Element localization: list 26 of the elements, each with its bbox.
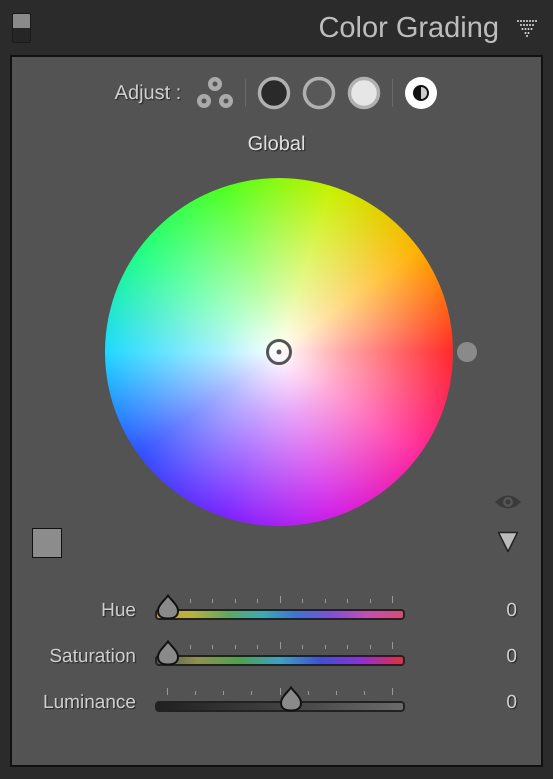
wheel-title: Global (248, 133, 306, 156)
midtones-mode-button[interactable] (302, 76, 336, 110)
hue-slider[interactable] (155, 595, 405, 622)
disclosure-triangle-icon[interactable] (497, 531, 519, 553)
slider-value: 0 (506, 600, 517, 622)
wheel-target-icon[interactable] (265, 338, 293, 366)
global-mode-button[interactable] (404, 76, 438, 110)
slider-thumb[interactable] (279, 686, 303, 712)
panel-toggle-icon[interactable] (12, 13, 31, 43)
slider-label: Saturation (48, 646, 136, 668)
slider-label: Luminance (42, 692, 136, 714)
panel-title: Color Grading (318, 12, 499, 44)
three-way-mode-button[interactable] (196, 76, 234, 110)
slider-thumb[interactable] (156, 594, 180, 620)
slider-value: 0 (506, 692, 517, 714)
saturation-slider[interactable] (155, 641, 405, 668)
shadows-mode-button[interactable] (257, 76, 292, 110)
adjust-label: Adjust : (114, 82, 182, 104)
slider-value: 0 (506, 646, 517, 668)
luminance-handle[interactable] (457, 342, 477, 362)
highlights-mode-button[interactable] (347, 76, 382, 110)
color-swatch[interactable] (32, 528, 62, 558)
slider-thumb[interactable] (156, 640, 180, 666)
luminance-slider[interactable] (155, 687, 405, 714)
panel-menu-icon[interactable] (517, 19, 537, 37)
slider-label: Hue (100, 600, 136, 622)
